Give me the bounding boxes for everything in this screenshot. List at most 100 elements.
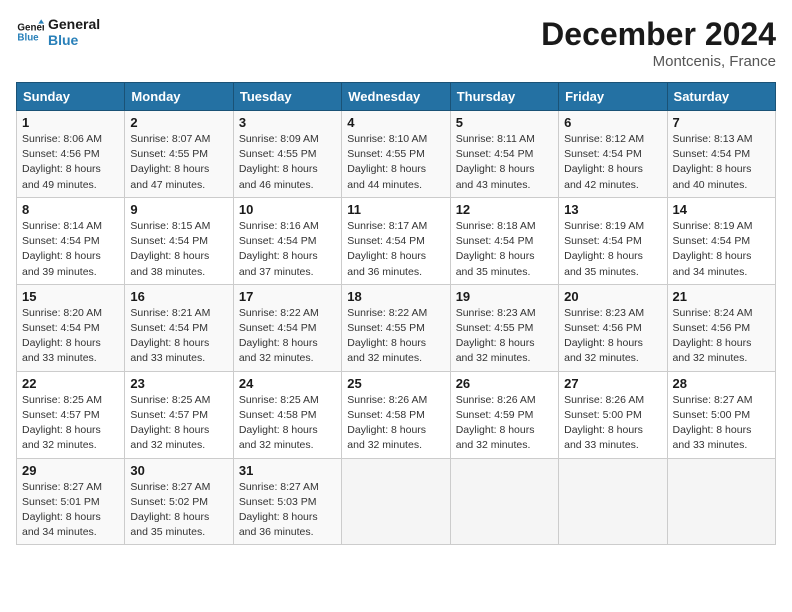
logo: General Blue General Blue bbox=[16, 16, 100, 48]
calendar-body: 1 Sunrise: 8:06 AM Sunset: 4:56 PM Daylig… bbox=[17, 111, 776, 545]
calendar-cell: 25 Sunrise: 8:26 AM Sunset: 4:58 PM Dayli… bbox=[342, 371, 450, 458]
day-number: 8 bbox=[22, 202, 119, 217]
day-detail: Sunrise: 8:26 AM Sunset: 4:59 PM Dayligh… bbox=[456, 393, 553, 454]
day-detail: Sunrise: 8:15 AM Sunset: 4:54 PM Dayligh… bbox=[130, 219, 227, 280]
calendar-cell: 31Sunrise: 8:27 AM Sunset: 5:03 PM Dayli… bbox=[233, 458, 341, 545]
day-of-week-header-row: SundayMondayTuesdayWednesdayThursdayFrid… bbox=[17, 83, 776, 111]
day-detail: Sunrise: 8:16 AM Sunset: 4:54 PM Dayligh… bbox=[239, 219, 336, 280]
day-detail: Sunrise: 8:23 AM Sunset: 4:56 PM Dayligh… bbox=[564, 306, 661, 367]
day-detail: Sunrise: 8:19 AM Sunset: 4:54 PM Dayligh… bbox=[673, 219, 770, 280]
day-number: 23 bbox=[130, 376, 227, 391]
calendar-cell: 16 Sunrise: 8:21 AM Sunset: 4:54 PM Dayli… bbox=[125, 284, 233, 371]
day-detail: Sunrise: 8:07 AM Sunset: 4:55 PM Dayligh… bbox=[130, 132, 227, 193]
calendar-cell: 2 Sunrise: 8:07 AM Sunset: 4:55 PM Daylig… bbox=[125, 111, 233, 198]
calendar-cell bbox=[450, 458, 558, 545]
day-detail: Sunrise: 8:23 AM Sunset: 4:55 PM Dayligh… bbox=[456, 306, 553, 367]
calendar-cell: 13Sunrise: 8:19 AM Sunset: 4:54 PM Dayli… bbox=[559, 197, 667, 284]
day-number: 6 bbox=[564, 115, 661, 130]
day-number: 20 bbox=[564, 289, 661, 304]
calendar-week-row: 29 Sunrise: 8:27 AM Sunset: 5:01 PM Dayli… bbox=[17, 458, 776, 545]
calendar-cell: 20 Sunrise: 8:23 AM Sunset: 4:56 PM Dayli… bbox=[559, 284, 667, 371]
calendar-cell: 8 Sunrise: 8:14 AM Sunset: 4:54 PM Daylig… bbox=[17, 197, 125, 284]
calendar-cell: 12Sunrise: 8:18 AM Sunset: 4:54 PM Dayli… bbox=[450, 197, 558, 284]
day-detail: Sunrise: 8:21 AM Sunset: 4:54 PM Dayligh… bbox=[130, 306, 227, 367]
day-number: 18 bbox=[347, 289, 444, 304]
day-of-week-header: Thursday bbox=[450, 83, 558, 111]
calendar-table: SundayMondayTuesdayWednesdayThursdayFrid… bbox=[16, 82, 776, 545]
day-detail: Sunrise: 8:13 AM Sunset: 4:54 PM Dayligh… bbox=[673, 132, 770, 193]
calendar-cell: 22Sunrise: 8:25 AM Sunset: 4:57 PM Dayli… bbox=[17, 371, 125, 458]
day-detail: Sunrise: 8:24 AM Sunset: 4:56 PM Dayligh… bbox=[673, 306, 770, 367]
calendar-cell: 27Sunrise: 8:26 AM Sunset: 5:00 PM Dayli… bbox=[559, 371, 667, 458]
day-of-week-header: Saturday bbox=[667, 83, 775, 111]
logo-line2: Blue bbox=[48, 32, 100, 48]
svg-text:Blue: Blue bbox=[17, 32, 39, 43]
calendar-cell: 28Sunrise: 8:27 AM Sunset: 5:00 PM Dayli… bbox=[667, 371, 775, 458]
calendar-cell bbox=[559, 458, 667, 545]
calendar-cell: 21 Sunrise: 8:24 AM Sunset: 4:56 PM Dayli… bbox=[667, 284, 775, 371]
calendar-cell: 4 Sunrise: 8:10 AM Sunset: 4:55 PM Daylig… bbox=[342, 111, 450, 198]
page-header: General Blue General Blue December 2024 … bbox=[16, 16, 776, 70]
calendar-cell: 6Sunrise: 8:12 AM Sunset: 4:54 PM Daylig… bbox=[559, 111, 667, 198]
calendar-cell bbox=[342, 458, 450, 545]
day-detail: Sunrise: 8:10 AM Sunset: 4:55 PM Dayligh… bbox=[347, 132, 444, 193]
calendar-cell: 19Sunrise: 8:23 AM Sunset: 4:55 PM Dayli… bbox=[450, 284, 558, 371]
day-number: 29 bbox=[22, 463, 119, 478]
day-detail: Sunrise: 8:06 AM Sunset: 4:56 PM Dayligh… bbox=[22, 132, 119, 193]
day-number: 4 bbox=[347, 115, 444, 130]
day-detail: Sunrise: 8:26 AM Sunset: 5:00 PM Dayligh… bbox=[564, 393, 661, 454]
day-detail: Sunrise: 8:27 AM Sunset: 5:01 PM Dayligh… bbox=[22, 480, 119, 541]
day-of-week-header: Wednesday bbox=[342, 83, 450, 111]
day-detail: Sunrise: 8:27 AM Sunset: 5:02 PM Dayligh… bbox=[130, 480, 227, 541]
day-detail: Sunrise: 8:09 AM Sunset: 4:55 PM Dayligh… bbox=[239, 132, 336, 193]
day-number: 25 bbox=[347, 376, 444, 391]
day-detail: Sunrise: 8:27 AM Sunset: 5:00 PM Dayligh… bbox=[673, 393, 770, 454]
day-number: 1 bbox=[22, 115, 119, 130]
day-detail: Sunrise: 8:17 AM Sunset: 4:54 PM Dayligh… bbox=[347, 219, 444, 280]
day-number: 16 bbox=[130, 289, 227, 304]
day-number: 10 bbox=[239, 202, 336, 217]
day-detail: Sunrise: 8:26 AM Sunset: 4:58 PM Dayligh… bbox=[347, 393, 444, 454]
day-number: 24 bbox=[239, 376, 336, 391]
day-number: 26 bbox=[456, 376, 553, 391]
calendar-cell: 17 Sunrise: 8:22 AM Sunset: 4:54 PM Dayli… bbox=[233, 284, 341, 371]
calendar-cell bbox=[667, 458, 775, 545]
day-number: 31 bbox=[239, 463, 336, 478]
day-number: 13 bbox=[564, 202, 661, 217]
calendar-week-row: 15Sunrise: 8:20 AM Sunset: 4:54 PM Dayli… bbox=[17, 284, 776, 371]
calendar-cell: 3Sunrise: 8:09 AM Sunset: 4:55 PM Daylig… bbox=[233, 111, 341, 198]
logo-line1: General bbox=[48, 16, 100, 32]
calendar-cell: 5Sunrise: 8:11 AM Sunset: 4:54 PM Daylig… bbox=[450, 111, 558, 198]
calendar-cell: 14 Sunrise: 8:19 AM Sunset: 4:54 PM Dayli… bbox=[667, 197, 775, 284]
day-number: 12 bbox=[456, 202, 553, 217]
calendar-subtitle: Montcenis, France bbox=[541, 53, 776, 70]
calendar-title: December 2024 bbox=[541, 16, 776, 53]
title-block: December 2024 Montcenis, France bbox=[541, 16, 776, 70]
calendar-week-row: 1 Sunrise: 8:06 AM Sunset: 4:56 PM Daylig… bbox=[17, 111, 776, 198]
calendar-cell: 1 Sunrise: 8:06 AM Sunset: 4:56 PM Daylig… bbox=[17, 111, 125, 198]
day-number: 14 bbox=[673, 202, 770, 217]
logo-icon: General Blue bbox=[16, 18, 44, 46]
day-of-week-header: Monday bbox=[125, 83, 233, 111]
day-detail: Sunrise: 8:11 AM Sunset: 4:54 PM Dayligh… bbox=[456, 132, 553, 193]
day-of-week-header: Tuesday bbox=[233, 83, 341, 111]
calendar-cell: 26 Sunrise: 8:26 AM Sunset: 4:59 PM Dayli… bbox=[450, 371, 558, 458]
day-detail: Sunrise: 8:22 AM Sunset: 4:54 PM Dayligh… bbox=[239, 306, 336, 367]
calendar-week-row: 8 Sunrise: 8:14 AM Sunset: 4:54 PM Daylig… bbox=[17, 197, 776, 284]
day-number: 2 bbox=[130, 115, 227, 130]
day-of-week-header: Friday bbox=[559, 83, 667, 111]
day-number: 21 bbox=[673, 289, 770, 304]
calendar-cell: 10 Sunrise: 8:16 AM Sunset: 4:54 PM Dayli… bbox=[233, 197, 341, 284]
calendar-cell: 18Sunrise: 8:22 AM Sunset: 4:55 PM Dayli… bbox=[342, 284, 450, 371]
calendar-cell: 7Sunrise: 8:13 AM Sunset: 4:54 PM Daylig… bbox=[667, 111, 775, 198]
day-detail: Sunrise: 8:20 AM Sunset: 4:54 PM Dayligh… bbox=[22, 306, 119, 367]
day-number: 17 bbox=[239, 289, 336, 304]
calendar-cell: 30Sunrise: 8:27 AM Sunset: 5:02 PM Dayli… bbox=[125, 458, 233, 545]
day-detail: Sunrise: 8:25 AM Sunset: 4:57 PM Dayligh… bbox=[22, 393, 119, 454]
day-detail: Sunrise: 8:14 AM Sunset: 4:54 PM Dayligh… bbox=[22, 219, 119, 280]
day-detail: Sunrise: 8:25 AM Sunset: 4:58 PM Dayligh… bbox=[239, 393, 336, 454]
day-number: 11 bbox=[347, 202, 444, 217]
calendar-cell: 24 Sunrise: 8:25 AM Sunset: 4:58 PM Dayli… bbox=[233, 371, 341, 458]
calendar-cell: 9 Sunrise: 8:15 AM Sunset: 4:54 PM Daylig… bbox=[125, 197, 233, 284]
day-number: 9 bbox=[130, 202, 227, 217]
